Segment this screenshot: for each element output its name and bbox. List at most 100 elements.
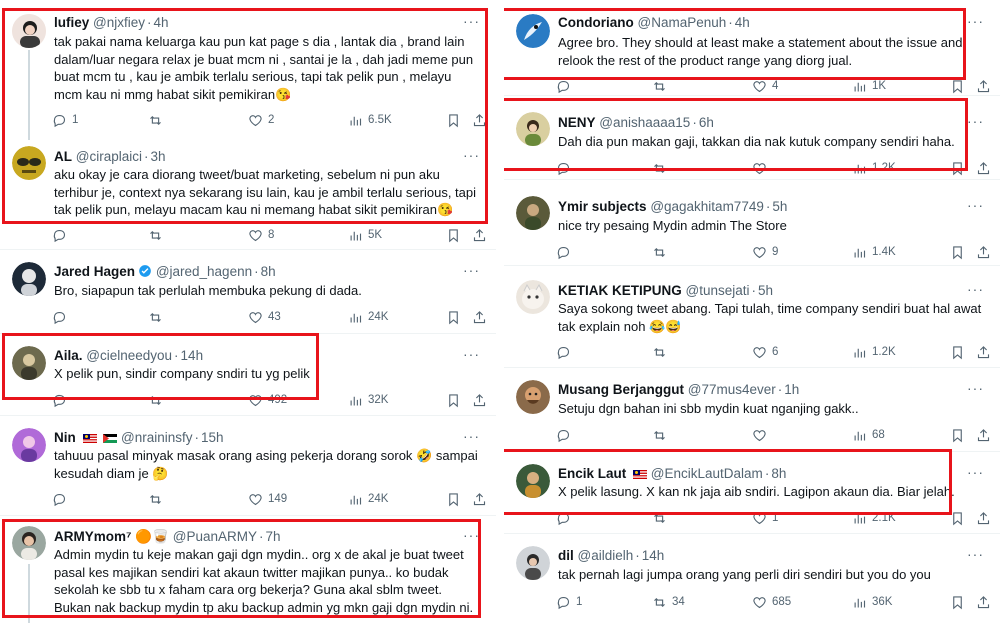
share-button[interactable]	[472, 489, 487, 509]
author-handle[interactable]: @ciraplaici	[76, 149, 142, 164]
retweet-button[interactable]	[652, 342, 672, 362]
tweet-time[interactable]: 14h	[642, 548, 665, 563]
retweet-button[interactable]	[652, 158, 672, 178]
tweet[interactable]: Encik Laut @EncikLautDalam · 8h ··· X peli…	[504, 452, 1000, 534]
author-name[interactable]: KETIAK KETIPUNG	[558, 283, 682, 298]
bookmark-button[interactable]	[950, 508, 965, 528]
avatar[interactable]	[12, 14, 46, 48]
share-button[interactable]	[976, 425, 991, 445]
share-button[interactable]	[976, 76, 991, 96]
reply-button[interactable]	[556, 342, 576, 362]
reply-button[interactable]	[52, 489, 72, 509]
retweet-button[interactable]	[652, 242, 672, 262]
retweet-button[interactable]	[652, 508, 672, 528]
like-button[interactable]	[752, 158, 772, 178]
bookmark-button[interactable]	[950, 242, 965, 262]
reply-button[interactable]	[52, 307, 72, 327]
reply-button[interactable]	[556, 508, 576, 528]
author-name[interactable]: lufiey	[54, 15, 89, 30]
more-icon[interactable]: ···	[967, 13, 984, 29]
more-icon[interactable]: ···	[463, 13, 480, 29]
tweet[interactable]: Condoriano @NamaPenuh · 4h ··· Agree bro. …	[504, 0, 1000, 96]
author-handle[interactable]: @PuanARMY	[173, 529, 257, 544]
reply-button[interactable]: 1	[52, 110, 78, 130]
avatar[interactable]	[516, 380, 550, 414]
tweet-time[interactable]: 5h	[758, 283, 773, 298]
views-button[interactable]: 24K	[348, 307, 388, 327]
tweet-time[interactable]: 7h	[265, 529, 280, 544]
more-icon[interactable]: ···	[463, 428, 480, 444]
tweet-time[interactable]: 8h	[261, 264, 276, 279]
reply-button[interactable]: 1	[556, 592, 582, 612]
share-button[interactable]	[472, 225, 487, 245]
more-icon[interactable]: ···	[463, 262, 480, 278]
views-button[interactable]: 24K	[348, 489, 388, 509]
author-name[interactable]: Musang Berjanggut	[558, 382, 684, 397]
author-handle[interactable]: @jared_hagenn	[156, 264, 252, 279]
avatar[interactable]	[516, 464, 550, 498]
views-button[interactable]: 32K	[348, 390, 388, 410]
tweet-time[interactable]: 3h	[151, 149, 166, 164]
views-button[interactable]: 1K	[852, 76, 886, 96]
bookmark-button[interactable]	[446, 225, 461, 245]
retweet-button[interactable]: 34	[652, 592, 685, 612]
views-button[interactable]: 1.2K	[852, 342, 896, 362]
avatar[interactable]	[516, 280, 550, 314]
author-name[interactable]: Aila.	[54, 348, 83, 363]
share-button[interactable]	[472, 390, 487, 410]
author-handle[interactable]: @NamaPenuh	[638, 15, 727, 30]
retweet-button[interactable]	[148, 110, 168, 130]
tweet-time[interactable]: 15h	[201, 430, 224, 445]
avatar[interactable]	[516, 196, 550, 230]
tweet[interactable]: ARMYmom⁷ 🟠🥃 @PuanARMY · 7h ··· Admin mydin…	[0, 516, 496, 623]
tweet-time[interactable]: 5h	[772, 199, 787, 214]
avatar[interactable]	[516, 14, 550, 48]
reply-button[interactable]	[556, 158, 576, 178]
views-button[interactable]: 2.1K	[852, 508, 896, 528]
tweet[interactable]: NENY @anishaaaa15 · 6h ··· Dah dia pun mak…	[504, 96, 1000, 180]
avatar[interactable]	[12, 146, 46, 180]
views-button[interactable]: 1.2K	[852, 158, 896, 178]
reply-button[interactable]	[556, 425, 576, 445]
bookmark-button[interactable]	[950, 425, 965, 445]
author-name[interactable]: dil	[558, 548, 574, 563]
more-icon[interactable]: ···	[967, 464, 984, 480]
bookmark-button[interactable]	[950, 158, 965, 178]
retweet-button[interactable]	[148, 225, 168, 245]
reply-button[interactable]	[556, 242, 576, 262]
tweet-time[interactable]: 8h	[771, 466, 786, 481]
like-button[interactable]: 2	[248, 110, 274, 130]
tweet[interactable]: Nin @nraininsfy · 15h ··· tahuuu pasal min…	[0, 416, 496, 516]
like-button[interactable]: 9	[752, 242, 778, 262]
avatar[interactable]	[516, 112, 550, 146]
retweet-button[interactable]	[148, 307, 168, 327]
share-button[interactable]	[976, 342, 991, 362]
more-icon[interactable]: ···	[967, 281, 984, 297]
author-name[interactable]: ARMYmom⁷	[54, 529, 132, 544]
author-handle[interactable]: @njxfiey	[93, 15, 145, 30]
like-button[interactable]: 4	[752, 76, 778, 96]
author-name[interactable]: Jared Hagen	[54, 264, 135, 279]
avatar[interactable]	[516, 546, 550, 580]
share-button[interactable]	[472, 307, 487, 327]
share-button[interactable]	[976, 592, 991, 612]
tweet[interactable]: AL @ciraplaici · 3h ··· aku okay je cara d…	[0, 138, 496, 250]
avatar[interactable]	[12, 428, 46, 462]
tweet[interactable]: Jared Hagen @jared_hagenn · 8h ··· Bro, si…	[0, 250, 496, 334]
author-handle[interactable]: @cielneedyou	[86, 348, 172, 363]
author-handle[interactable]: @aildielh	[578, 548, 634, 563]
bookmark-button[interactable]	[446, 489, 461, 509]
reply-button[interactable]	[52, 225, 72, 245]
more-icon[interactable]: ···	[967, 546, 984, 562]
retweet-button[interactable]	[652, 76, 672, 96]
like-button[interactable]: 149	[248, 489, 287, 509]
share-button[interactable]	[976, 158, 991, 178]
retweet-button[interactable]	[148, 489, 168, 509]
more-icon[interactable]: ···	[967, 113, 984, 129]
bookmark-button[interactable]	[446, 307, 461, 327]
author-name[interactable]: Nin	[54, 430, 76, 445]
bookmark-button[interactable]	[950, 592, 965, 612]
share-button[interactable]	[472, 110, 487, 130]
like-button[interactable]: 1	[752, 508, 778, 528]
more-icon[interactable]: ···	[967, 197, 984, 213]
